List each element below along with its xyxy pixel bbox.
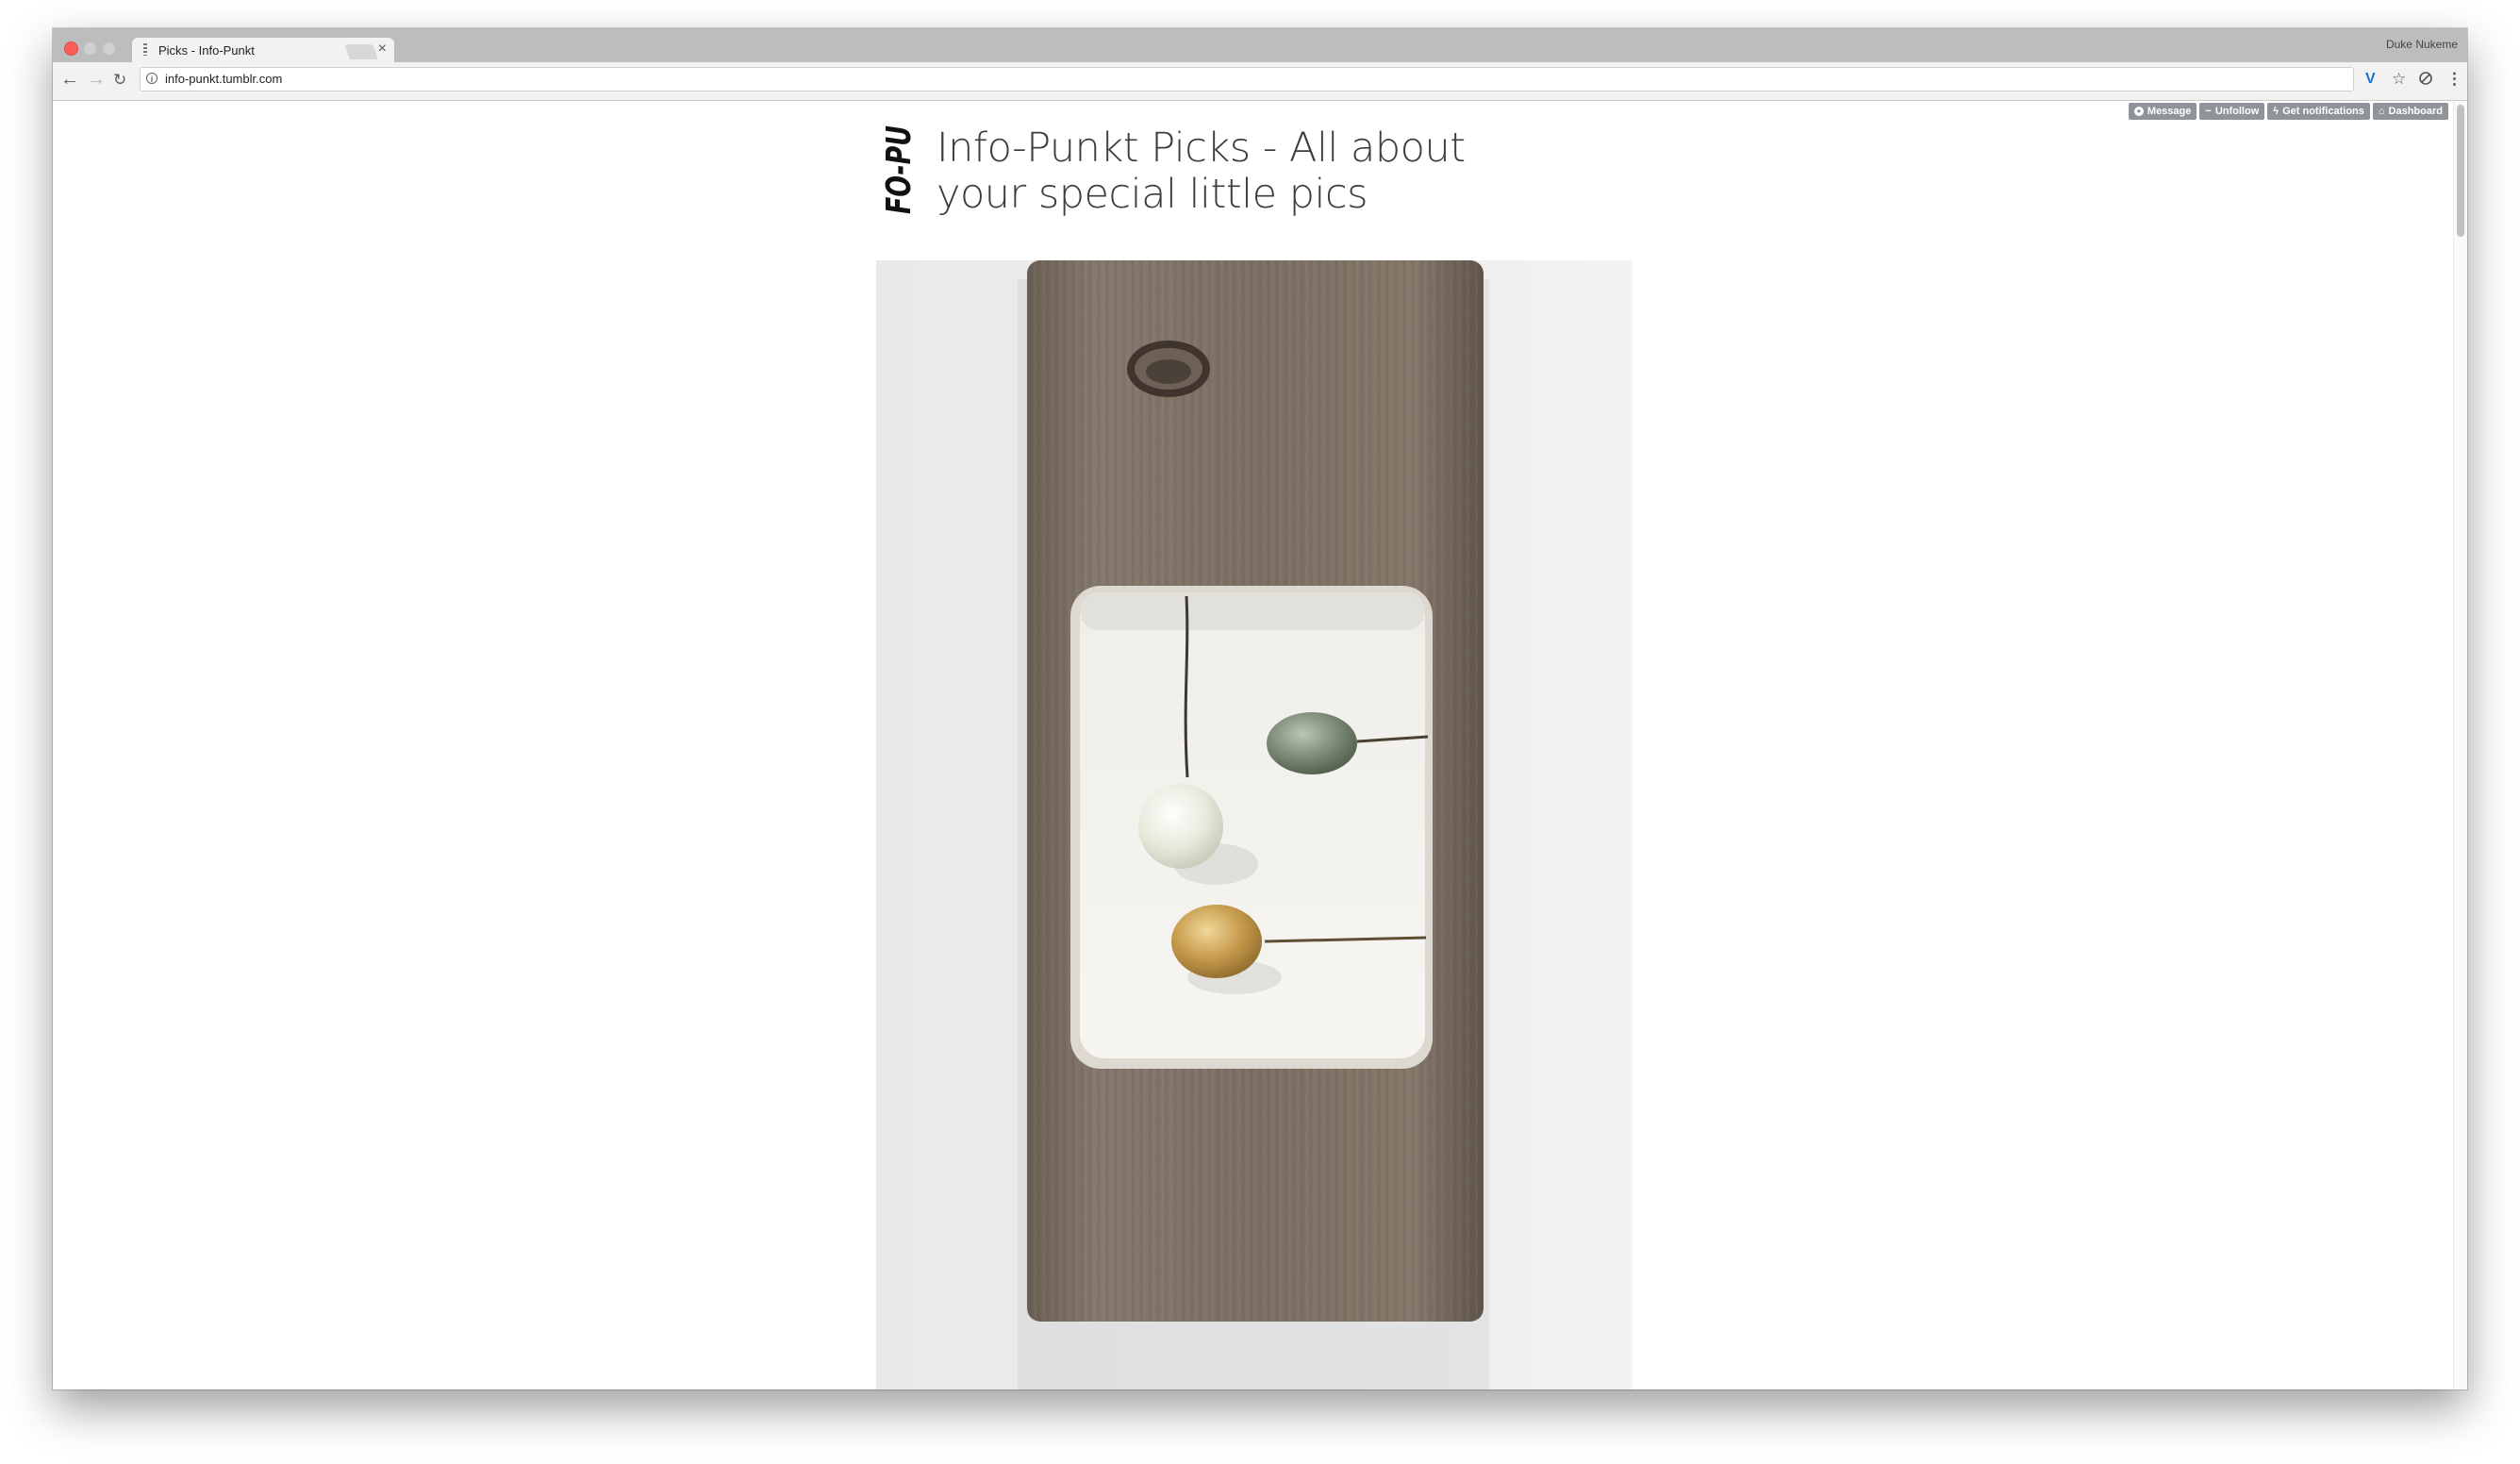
dashboard-label: Dashboard [2388,106,2443,117]
site-info-icon[interactable]: i [146,73,158,84]
message-button[interactable]: ● Message [2128,103,2197,120]
page-viewport: ● Message − Unfollow ϟ Get notifications… [53,101,2467,1389]
minimize-window-button[interactable] [83,42,97,56]
get-notifications-label: Get notifications [2282,106,2364,117]
message-icon: ● [2133,107,2144,116]
menu-icon[interactable]: ⋮ [2446,71,2462,88]
maximize-window-button[interactable] [102,42,116,56]
forward-button[interactable]: → [87,69,106,90]
close-window-button[interactable] [64,42,78,56]
tab-title: Picks - Info-Punkt [158,43,255,58]
browser-toolbar: ← → ↻ i info-punkt.tumblr.com V ☆ ⋮ [53,62,2467,101]
home-icon: ⌂ [2378,106,2385,117]
back-button[interactable]: ← [60,69,79,90]
profile-name[interactable]: Duke Nukeme [2386,38,2458,51]
post-photo[interactable] [876,260,1633,1389]
scrollbar-thumb[interactable] [2457,105,2464,237]
unfollow-label: Unfollow [2214,106,2260,117]
tumblr-controls: ● Message − Unfollow ϟ Get notifications… [2128,103,2448,120]
shield-icon[interactable] [2418,71,2433,90]
address-bar[interactable]: i info-punkt.tumblr.com [140,67,2354,92]
unfollow-button[interactable]: − Unfollow [2199,103,2265,120]
tab-close-icon[interactable]: × [378,41,387,58]
url-text[interactable]: info-punkt.tumblr.com [165,72,282,86]
tumblr-favicon-icon [143,43,147,56]
page-scrollbar[interactable] [2453,101,2467,1389]
blog-title[interactable]: Info-Punkt Picks - All about your specia… [937,125,1559,218]
reload-button[interactable]: ↻ [113,70,126,91]
lightning-icon: ϟ [2273,106,2280,117]
bookmark-star-icon[interactable]: ☆ [2392,71,2406,88]
logo-text: FO-PU [880,125,918,214]
dashboard-button[interactable]: ⌂ Dashboard [2372,103,2448,120]
blog-logo[interactable]: FO-PU [876,124,918,218]
new-tab-button[interactable] [344,44,378,59]
minus-icon: − [2205,106,2212,117]
vivaldi-extension-icon[interactable]: V [2365,71,2376,88]
tab-bar: Picks - Info-Punkt × Duke Nukeme [53,28,2467,62]
get-notifications-button[interactable]: ϟ Get notifications [2267,103,2370,120]
message-label: Message [2147,106,2192,117]
browser-window: Picks - Info-Punkt × Duke Nukeme ← → ↻ i… [53,28,2467,1389]
